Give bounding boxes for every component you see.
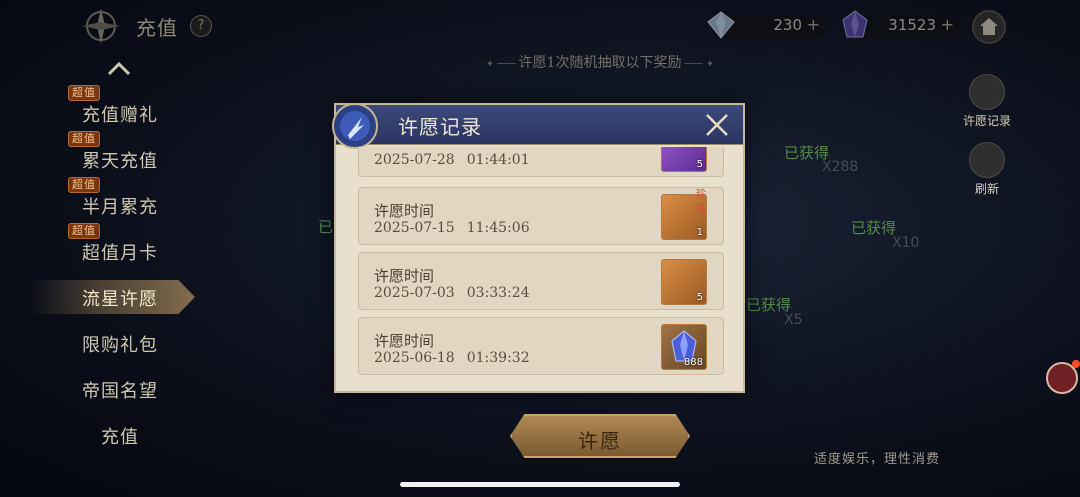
list-item: 2025-07-28 01:44:01 5 xyxy=(358,147,724,177)
record-date: 2025-07-03 xyxy=(374,285,455,301)
home-icon xyxy=(980,18,998,35)
record-label: 许愿时间 xyxy=(374,332,435,350)
record-time: 11:45:06 xyxy=(466,220,530,236)
item-qty: 888 xyxy=(683,357,703,368)
reward-node-multiplier: X5 xyxy=(782,310,803,328)
sidebar-item-label: 帝国名望 xyxy=(82,381,158,402)
value-tag: 超值 xyxy=(68,131,100,147)
sidebar-item-label: 半月累充 xyxy=(82,197,158,218)
sidebar-item-label: 累天充值 xyxy=(82,151,158,172)
close-icon[interactable] xyxy=(703,111,731,139)
wish-button[interactable]: 许愿 xyxy=(510,414,690,458)
wish-history-label: 许愿记录 xyxy=(962,114,1011,128)
scroll-up-icon[interactable] xyxy=(106,58,132,78)
sidebar-item-label: 超值月卡 xyxy=(82,243,158,264)
mystery-card-icon[interactable]: 珍品 1 xyxy=(661,189,707,240)
crystal-icon xyxy=(842,10,868,38)
compass-emblem-icon xyxy=(82,8,120,44)
dialog-title: 许愿记录 xyxy=(398,115,482,139)
sidebar-item-label: 限购礼包 xyxy=(82,335,158,356)
value-tag: 超值 xyxy=(68,177,100,193)
wish-history-dialog: 许愿记录 2025-07-28 01:44:01 5 许愿时间 2025-07-1… xyxy=(332,103,745,393)
reward-node-multiplier: X10 xyxy=(890,233,919,251)
wish-button-label: 许愿 xyxy=(578,429,622,453)
add-crystal-button[interactable]: + xyxy=(941,15,954,34)
record-label: 许愿时间 xyxy=(374,267,435,285)
add-diamond-button[interactable]: + xyxy=(807,15,820,34)
node-mul: X288 xyxy=(822,159,859,175)
item-qty: 5 xyxy=(696,292,703,303)
record-date: 2025-07-15 xyxy=(374,220,455,236)
record-date: 2025-07-28 xyxy=(374,152,455,168)
rare-badge: 珍品 xyxy=(696,189,706,215)
reward-banner: ✦ ─── 许愿1次随机抽取以下奖励 ─── ✦ xyxy=(485,55,715,71)
coin-card-icon[interactable]: 5 xyxy=(661,259,707,305)
record-time: 01:44:01 xyxy=(466,152,530,168)
sidebar-item-label: 流星许愿 xyxy=(82,289,158,310)
currency-diamond: 230 + xyxy=(707,11,826,39)
record-timestamp: 2025-06-18 01:39:32 xyxy=(374,350,530,366)
reward-node-multiplier: X288 xyxy=(820,157,858,175)
record-label: 许愿时间 xyxy=(374,202,435,220)
value-tag: 超值 xyxy=(68,85,100,101)
diamond-count: 230 xyxy=(773,16,802,34)
record-time: 03:33:24 xyxy=(466,285,530,301)
sidebar-item-label: 充值 xyxy=(101,427,139,448)
node-status: 已 xyxy=(318,218,334,236)
node-mul: X10 xyxy=(892,235,920,251)
reward-node: 已 xyxy=(318,216,333,237)
dialog-header: 许愿记录 xyxy=(336,105,743,145)
refresh-icon xyxy=(969,142,1005,178)
value-tag: 超值 xyxy=(68,223,100,239)
record-timestamp: 2025-07-15 11:45:06 xyxy=(374,220,530,236)
item-qty: 1 xyxy=(696,227,703,238)
purple-gem-icon[interactable]: 5 xyxy=(661,147,707,172)
diamond-icon xyxy=(707,11,735,39)
refresh-label: 刷新 xyxy=(974,182,999,196)
list-item: 许愿时间 2025-07-03 03:33:24 5 xyxy=(358,252,724,310)
sidebar-item-meteor-wish[interactable]: 流星许愿 xyxy=(30,280,195,314)
currency-crystal: 31523 + xyxy=(842,10,960,38)
notification-dot xyxy=(1072,360,1080,368)
record-timestamp: 2025-07-28 01:44:01 xyxy=(374,152,530,168)
meteor-emblem-icon xyxy=(332,103,378,149)
banner-text: 许愿1次随机抽取以下奖励 xyxy=(518,55,682,71)
home-indicator[interactable] xyxy=(400,482,680,487)
history-icon xyxy=(969,74,1005,110)
list-item: 许愿时间 2025-06-18 01:39:32 888 xyxy=(358,317,724,375)
record-timestamp: 2025-07-03 03:33:24 xyxy=(374,285,530,301)
item-qty: 5 xyxy=(696,159,703,170)
blue-crystal-icon[interactable]: 888 xyxy=(661,324,707,370)
refresh-button[interactable]: 刷新 xyxy=(956,142,1018,197)
list-item: 许愿时间 2025-07-15 11:45:06 珍品 1 xyxy=(358,187,724,245)
wish-history-button[interactable]: 许愿记录 xyxy=(956,74,1018,129)
home-button[interactable] xyxy=(972,10,1006,44)
crystal-count: 31523 xyxy=(888,16,936,34)
help-icon[interactable]: ? xyxy=(190,15,212,37)
node-mul: X5 xyxy=(784,312,803,328)
sidebar-item-label: 充值赠礼 xyxy=(82,105,158,126)
page-title: 充值 xyxy=(136,16,178,40)
footer-notice: 适度娱乐，理性消费 xyxy=(814,452,941,467)
record-time: 01:39:32 xyxy=(466,350,530,366)
records-list[interactable]: 2025-07-28 01:44:01 5 许愿时间 2025-07-15 11:4… xyxy=(348,147,725,385)
record-date: 2025-06-18 xyxy=(374,350,455,366)
